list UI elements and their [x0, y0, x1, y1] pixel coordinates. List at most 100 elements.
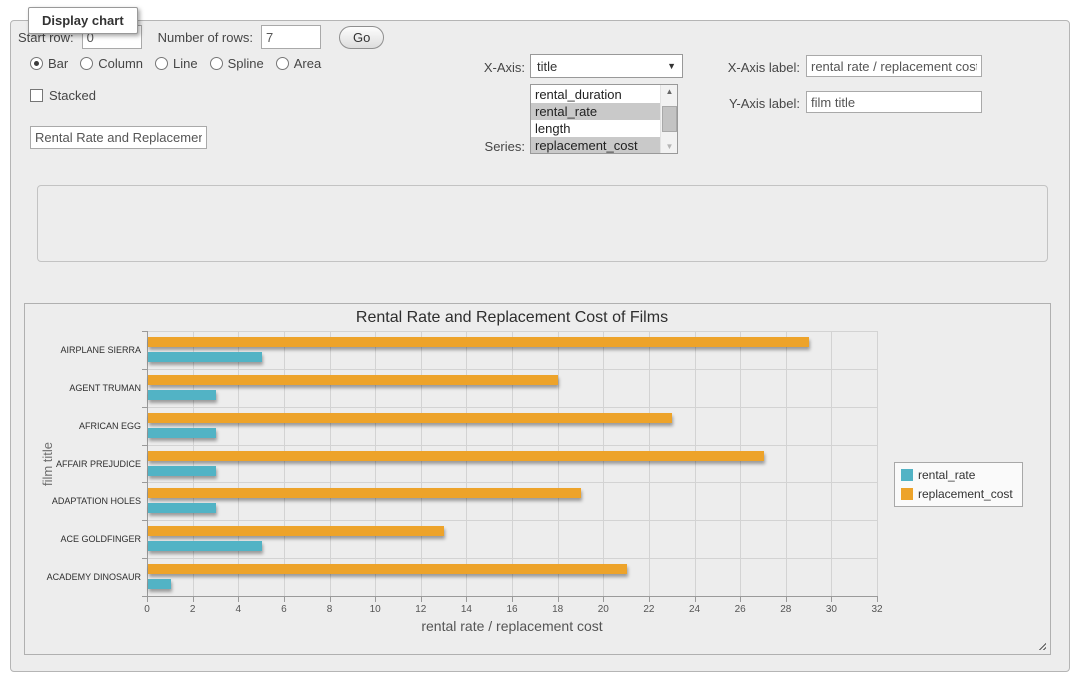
gridline-vertical	[603, 331, 604, 596]
x-axis-tick	[147, 597, 148, 602]
series-list-label: Series:	[430, 139, 525, 154]
num-rows-input[interactable]	[261, 25, 321, 49]
series-option[interactable]: replacement_cost	[531, 137, 660, 154]
x-tick-label: 10	[370, 604, 381, 615]
legend-swatch-icon	[901, 469, 913, 481]
bar-replacement_cost[interactable]	[148, 337, 809, 347]
stacked-checkbox-row[interactable]: Stacked	[30, 88, 96, 103]
x-axis-tick	[740, 597, 741, 602]
chart-type-option-bar[interactable]: Bar	[30, 56, 68, 71]
category-label: ACADEMY DINOSAUR	[29, 572, 141, 582]
radio-label: Spline	[228, 56, 264, 71]
scroll-down-icon[interactable]: ▼	[661, 140, 678, 153]
radio-icon	[155, 57, 168, 70]
chart-legend: rental_rate replacement_cost	[894, 462, 1023, 507]
bar-rental_rate[interactable]	[148, 352, 262, 362]
bar-rental_rate[interactable]	[148, 428, 216, 438]
gridline-horizontal	[147, 369, 877, 370]
x-tick-label: 24	[689, 604, 700, 615]
resize-handle-icon[interactable]	[1036, 640, 1046, 650]
x-axis-tick	[466, 597, 467, 602]
radio-label: Bar	[48, 56, 68, 71]
chart-type-option-column[interactable]: Column	[80, 56, 143, 71]
x-axis-line	[147, 596, 878, 597]
stacked-label: Stacked	[49, 88, 96, 103]
radio-icon	[30, 57, 43, 70]
x-axis-tick	[877, 597, 878, 602]
gridline-vertical	[831, 331, 832, 596]
category-label: AIRPLANE SIERRA	[29, 345, 141, 355]
x-tick-label: 6	[281, 604, 287, 615]
series-option[interactable]: rental_duration	[531, 86, 660, 103]
bar-rental_rate[interactable]	[148, 466, 216, 476]
x-axis-tick	[695, 597, 696, 602]
num-rows-label: Number of rows:	[158, 30, 253, 45]
x-tick-label: 12	[415, 604, 426, 615]
x-axis-tick	[375, 597, 376, 602]
radio-label: Line	[173, 56, 198, 71]
x-tick-label: 30	[826, 604, 837, 615]
chart-type-radio-group: Bar Column Line Spline Area	[30, 56, 321, 71]
radio-label: Area	[294, 56, 321, 71]
y-axis-label-input[interactable]	[806, 91, 982, 113]
go-button[interactable]: Go	[339, 26, 384, 49]
bar-rental_rate[interactable]	[148, 579, 171, 589]
x-axis-label-input[interactable]	[806, 55, 982, 77]
row-range-panel	[37, 185, 1048, 262]
x-axis-tick	[421, 597, 422, 602]
x-tick-label: 18	[552, 604, 563, 615]
chart-type-option-line[interactable]: Line	[155, 56, 198, 71]
x-axis-tick	[193, 597, 194, 602]
x-axis-tick	[330, 597, 331, 602]
gridline-vertical	[558, 331, 559, 596]
bar-rental_rate[interactable]	[148, 541, 262, 551]
gridline-horizontal	[147, 558, 877, 559]
bar-replacement_cost[interactable]	[148, 413, 672, 423]
category-label: AGENT TRUMAN	[29, 383, 141, 393]
x-tick-label: 28	[780, 604, 791, 615]
gridline-vertical	[284, 331, 285, 596]
bar-replacement_cost[interactable]	[148, 526, 444, 536]
bar-replacement_cost[interactable]	[148, 564, 627, 574]
checkbox-icon	[30, 89, 43, 102]
x-axis-tick	[649, 597, 650, 602]
x-axis-tick	[558, 597, 559, 602]
legend-item-rental_rate[interactable]: rental_rate	[901, 468, 1013, 482]
bar-rental_rate[interactable]	[148, 390, 216, 400]
scroll-up-icon[interactable]: ▲	[661, 85, 678, 98]
x-tick-label: 2	[190, 604, 196, 615]
x-tick-label: 22	[643, 604, 654, 615]
chart-type-option-area[interactable]: Area	[276, 56, 321, 71]
gridline-vertical	[512, 331, 513, 596]
y-axis-line	[147, 331, 148, 596]
legend-item-replacement_cost[interactable]: replacement_cost	[901, 487, 1013, 501]
series-option[interactable]: length	[531, 120, 660, 137]
bar-rental_rate[interactable]	[148, 503, 216, 513]
legend-label: replacement_cost	[918, 487, 1013, 501]
gridline-horizontal	[147, 482, 877, 483]
series-option[interactable]: rental_rate	[531, 103, 660, 120]
series-listbox[interactable]: rental_duration rental_rate length repla…	[530, 84, 678, 154]
chart-title-input[interactable]	[30, 126, 207, 149]
plot-area: 02468101214161820222426283032AIRPLANE SI…	[147, 331, 877, 596]
gridline-horizontal	[147, 520, 877, 521]
chart-title: Rental Rate and Replacement Cost of Film…	[147, 309, 877, 327]
radio-icon	[210, 57, 223, 70]
listbox-scrollbar[interactable]: ▲ ▼	[660, 85, 677, 153]
gridline-vertical	[238, 331, 239, 596]
y-axis-label-caption: Y-Axis label:	[700, 96, 800, 111]
bar-replacement_cost[interactable]	[148, 488, 581, 498]
chart-type-option-spline[interactable]: Spline	[210, 56, 264, 71]
bar-replacement_cost[interactable]	[148, 451, 764, 461]
gridline-vertical	[375, 331, 376, 596]
x-axis-selected-value: title	[537, 59, 557, 74]
legend-swatch-icon	[901, 488, 913, 500]
radio-icon	[276, 57, 289, 70]
gridline-vertical	[330, 331, 331, 596]
bar-replacement_cost[interactable]	[148, 375, 558, 385]
x-axis-select[interactable]: title ▼	[530, 54, 683, 78]
x-axis-tick	[831, 597, 832, 602]
gridline-vertical	[466, 331, 467, 596]
x-tick-label: 4	[235, 604, 241, 615]
scrollbar-thumb[interactable]	[662, 106, 677, 132]
